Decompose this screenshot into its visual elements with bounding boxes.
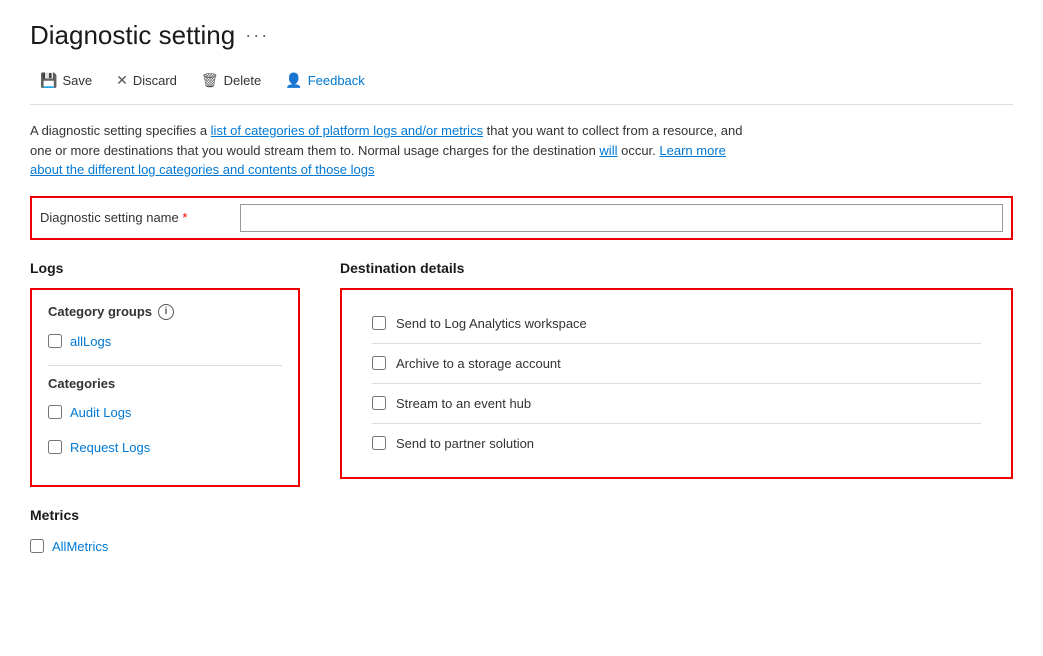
categories-label: Categories — [48, 376, 115, 391]
request-logs-checkbox[interactable] — [48, 440, 62, 454]
partner-solution-label[interactable]: Send to partner solution — [396, 436, 534, 451]
page-title: Diagnostic setting ··· — [30, 20, 1013, 51]
description-text: A diagnostic setting specifies a list of… — [30, 121, 760, 180]
category-groups-label: Category groups — [48, 304, 152, 319]
field-label: Diagnostic setting name * — [40, 210, 240, 225]
save-button[interactable]: 💾 Save — [30, 67, 102, 94]
storage-account-row: Archive to a storage account — [358, 344, 995, 383]
discard-button[interactable]: ✕ Discard — [106, 67, 187, 94]
audit-logs-row: Audit Logs — [48, 401, 282, 424]
log-analytics-row: Send to Log Analytics workspace — [358, 304, 995, 343]
diagnostic-name-input[interactable] — [240, 204, 1003, 232]
storage-account-checkbox[interactable] — [372, 356, 386, 370]
destination-panel: Destination details Send to Log Analytic… — [340, 260, 1013, 570]
destination-title: Destination details — [340, 260, 1013, 276]
logs-title: Logs — [30, 260, 300, 276]
desc-text3: occur. — [617, 143, 659, 158]
log-analytics-label[interactable]: Send to Log Analytics workspace — [396, 316, 587, 331]
desc-link-will[interactable]: will — [599, 143, 617, 158]
discard-icon: ✕ — [116, 72, 128, 89]
event-hub-label[interactable]: Stream to an event hub — [396, 396, 531, 411]
audit-logs-checkbox[interactable] — [48, 405, 62, 419]
destination-bordered-box: Send to Log Analytics workspace Archive … — [340, 288, 1013, 479]
feedback-button[interactable]: 👤 Feedback — [275, 67, 375, 94]
toolbar: 💾 Save ✕ Discard 🗑 Delete 👤 Feedback — [30, 67, 1013, 105]
save-icon: 💾 — [40, 72, 57, 89]
logs-panel: Logs Category groups i allLogs Categorie… — [30, 260, 300, 570]
divider-categories — [48, 365, 282, 366]
delete-button[interactable]: 🗑 Delete — [191, 67, 271, 94]
allLogs-checkbox[interactable] — [48, 334, 62, 348]
partner-solution-checkbox[interactable] — [372, 436, 386, 450]
desc-text1: A diagnostic setting specifies a — [30, 123, 211, 138]
all-metrics-label[interactable]: AllMetrics — [52, 539, 108, 554]
allLogs-row: allLogs — [48, 330, 282, 353]
audit-logs-label[interactable]: Audit Logs — [70, 405, 131, 420]
partner-solution-row: Send to partner solution — [358, 424, 995, 463]
all-metrics-row: AllMetrics — [30, 535, 300, 558]
request-logs-label[interactable]: Request Logs — [70, 440, 150, 455]
info-icon[interactable]: i — [158, 304, 174, 320]
event-hub-checkbox[interactable] — [372, 396, 386, 410]
delete-icon: 🗑 — [201, 72, 219, 89]
desc-link1[interactable]: list of categories of platform logs and/… — [211, 123, 483, 138]
delete-label: Delete — [224, 73, 262, 88]
metrics-title: Metrics — [30, 507, 300, 523]
allLogs-label[interactable]: allLogs — [70, 334, 111, 349]
feedback-label: Feedback — [308, 73, 365, 88]
storage-account-label[interactable]: Archive to a storage account — [396, 356, 561, 371]
title-text: Diagnostic setting — [30, 20, 235, 51]
request-logs-row: Request Logs — [48, 436, 282, 459]
diagnostic-setting-name-field: Diagnostic setting name * — [30, 196, 1013, 240]
title-dots: ··· — [245, 25, 269, 46]
category-groups-header: Category groups i — [48, 304, 282, 320]
required-indicator: * — [182, 210, 187, 225]
main-layout: Logs Category groups i allLogs Categorie… — [30, 260, 1013, 570]
logs-bordered-box: Category groups i allLogs Categories Aud… — [30, 288, 300, 487]
field-label-text: Diagnostic setting name — [40, 210, 179, 225]
categories-header: Categories — [48, 376, 282, 391]
log-analytics-checkbox[interactable] — [372, 316, 386, 330]
metrics-section: Metrics AllMetrics — [30, 507, 300, 558]
discard-label: Discard — [133, 73, 177, 88]
all-metrics-checkbox[interactable] — [30, 539, 44, 553]
feedback-icon: 👤 — [285, 72, 302, 89]
save-label: Save — [62, 73, 92, 88]
event-hub-row: Stream to an event hub — [358, 384, 995, 423]
